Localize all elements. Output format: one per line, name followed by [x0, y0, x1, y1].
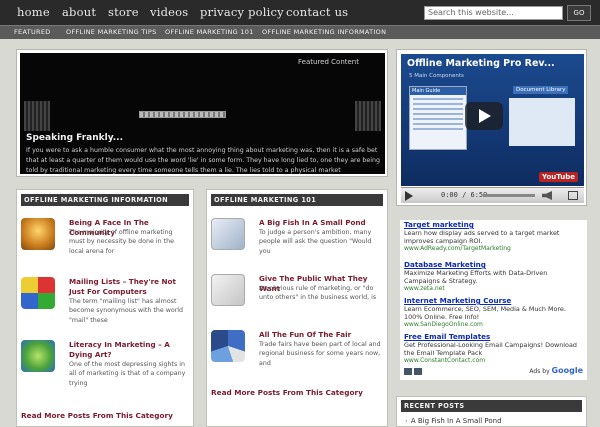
post-item: Literacy In Marketing – A Dying Art? One… [21, 340, 189, 387]
section-heading: OFFLINE MARKETING 101 [211, 194, 383, 206]
youtube-logo[interactable]: YouTube [539, 172, 578, 182]
slider-next-thumb[interactable] [355, 101, 381, 131]
ad-url[interactable]: www.SanDiegoOnline.com [404, 321, 585, 329]
section-heading: OFFLINE MARKETING INFORMATION [21, 194, 189, 206]
play-control-icon[interactable] [405, 191, 413, 201]
recent-posts-heading: RECENT POSTS [401, 400, 582, 412]
search-input[interactable]: Search this website... [424, 6, 563, 20]
post-item: Mailing Lists – They're Not Just For Com… [21, 277, 189, 324]
ad-title[interactable]: Database Marketing [404, 260, 585, 269]
post-item: All The Fun Of The Fair Trade fairs have… [211, 330, 383, 370]
post-title[interactable]: Literacy In Marketing – A Dying Art? [69, 340, 189, 360]
ad-text: Learn Ecommerce, SEO, SEM, Media & Much … [404, 305, 566, 321]
featured-excerpt: If you were to ask a humble consumer wha… [26, 147, 380, 174]
slider-prev-thumb[interactable] [24, 101, 50, 131]
arrow-right-icon: › [405, 417, 408, 425]
ad-item: Free Email Templates Get Professional-Lo… [404, 332, 585, 365]
post-title[interactable]: Mailing Lists – They're Not Just For Com… [69, 277, 189, 297]
nav-home[interactable]: home [17, 5, 50, 19]
recent-post-title[interactable]: A Big Fish In A Small Pond [411, 417, 502, 425]
video-thumbnail-guide: Main Guide [409, 86, 467, 150]
volume-icon[interactable] [542, 191, 552, 200]
ad-title[interactable]: Target marketing [404, 220, 585, 229]
puzzle-icon[interactable] [21, 277, 55, 309]
section-offline-marketing-101: OFFLINE MARKETING 101 A Big Fish In A Sm… [206, 189, 388, 427]
post-excerpt: An obvious rule of marketing, or "do unt… [259, 285, 377, 302]
nav-privacy-policy[interactable]: privacy policy [200, 5, 284, 19]
ad-url[interactable]: www.AdReady.com/TargetMarketing [404, 245, 585, 253]
ad-text: Maximize Marketing Efforts with Data-Dri… [404, 269, 548, 285]
featured-slider[interactable]: Featured Content Speaking Frankly... If … [20, 53, 385, 174]
document-library-label: Document Library [513, 86, 569, 94]
post-excerpt: To judge a person's ambition, many peopl… [259, 229, 372, 255]
fullscreen-icon[interactable] [568, 191, 578, 200]
community-icon[interactable] [21, 218, 55, 250]
post-item: Being A Face In The Community The majori… [21, 218, 189, 258]
ad-url[interactable]: www.ConstantContact.com [404, 357, 585, 365]
pie-chart-icon[interactable] [211, 330, 245, 362]
ad-title[interactable]: Internet Marketing Course [404, 296, 585, 305]
category-offline-marketing-tips[interactable]: OFFLINE MARKETING TIPS [66, 28, 157, 36]
ad-title[interactable]: Free Email Templates [404, 332, 585, 341]
recent-posts-widget: RECENT POSTS › A Big Fish In A Small Pond [396, 396, 587, 427]
post-item: Give The Public What They Want An obviou… [211, 274, 383, 314]
video-title[interactable]: Offline Marketing Pro Rev... [407, 58, 555, 69]
video-player: Offline Marketing Pro Rev... 5 Main Comp… [396, 49, 587, 206]
category-offline-marketing-101[interactable]: OFFLINE MARKETING 101 [165, 28, 254, 36]
megaphone-icon[interactable] [211, 274, 245, 306]
post-excerpt: The term "mailing list" has almost becom… [69, 298, 184, 324]
play-icon[interactable] [465, 102, 503, 130]
ads-by-google[interactable]: Ads by Google [529, 366, 583, 375]
video-subtitle: 5 Main Components [409, 73, 464, 79]
post-excerpt: The majority of offline marketing must b… [69, 229, 174, 255]
featured-content-label: Featured Content [298, 58, 359, 66]
ads-by-label: Ads by [529, 368, 550, 375]
ad-item: Database Marketing Maximize Marketing Ef… [404, 260, 585, 293]
nav-store[interactable]: store [108, 5, 139, 19]
ad-prev-arrow-icon[interactable] [404, 368, 412, 375]
video-time: 0:00 / 6:59 [441, 191, 488, 199]
nav-videos[interactable]: videos [150, 5, 188, 19]
category-offline-marketing-information[interactable]: OFFLINE MARKETING INFORMATION [262, 28, 386, 36]
nav-about[interactable]: about [62, 5, 96, 19]
people-icon[interactable] [21, 340, 55, 372]
post-excerpt: Trade fairs have been part of local and … [259, 341, 381, 367]
top-navigation: home about store videos privacy policy c… [0, 0, 600, 25]
post-excerpt: One of the most depressing sights in all… [69, 361, 186, 387]
main-guide-label: Main Guide [410, 87, 466, 95]
computer-icon[interactable] [211, 218, 245, 250]
read-more-link[interactable]: Read More Posts From This Category [211, 388, 363, 397]
video-thumbnail-library [509, 98, 575, 146]
google-ads: Target marketing Learn how display ads s… [400, 220, 587, 380]
ad-text: Get Professional-Looking Email Campaigns… [404, 341, 577, 357]
nav-contact-us[interactable]: contact us [286, 5, 348, 19]
read-more-link[interactable]: Read More Posts From This Category [21, 411, 173, 420]
search-button[interactable]: GO [567, 5, 591, 21]
post-title[interactable]: A Big Fish In A Small Pond [259, 218, 366, 228]
section-offline-marketing-information: OFFLINE MARKETING INFORMATION Being A Fa… [16, 189, 194, 427]
video-controls: 0:00 / 6:59 [401, 187, 584, 203]
google-logo: Google [551, 366, 583, 375]
post-title[interactable]: All The Fun Of The Fair [259, 330, 351, 340]
ad-item: Internet Marketing Course Learn Ecommerc… [404, 296, 585, 329]
category-featured[interactable]: FEATURED [14, 28, 51, 36]
post-item: A Big Fish In A Small Pond To judge a pe… [211, 218, 383, 258]
featured-title[interactable]: Speaking Frankly... [26, 133, 123, 143]
video-screen[interactable]: Offline Marketing Pro Rev... 5 Main Comp… [401, 54, 584, 186]
loading-bar [139, 111, 226, 118]
video-seek-bar[interactable] [483, 194, 535, 197]
ad-url[interactable]: www.zeta.net [404, 285, 585, 293]
featured-slider-frame: Featured Content Speaking Frankly... If … [16, 49, 388, 177]
ad-item: Target marketing Learn how display ads s… [404, 220, 585, 253]
recent-post-link[interactable]: › A Big Fish In A Small Pond [405, 417, 502, 425]
category-bar: FEATURED OFFLINE MARKETING TIPS OFFLINE … [0, 25, 600, 39]
ad-text: Learn how display ads served to a target… [404, 229, 560, 245]
ad-next-arrow-icon[interactable] [414, 368, 422, 375]
